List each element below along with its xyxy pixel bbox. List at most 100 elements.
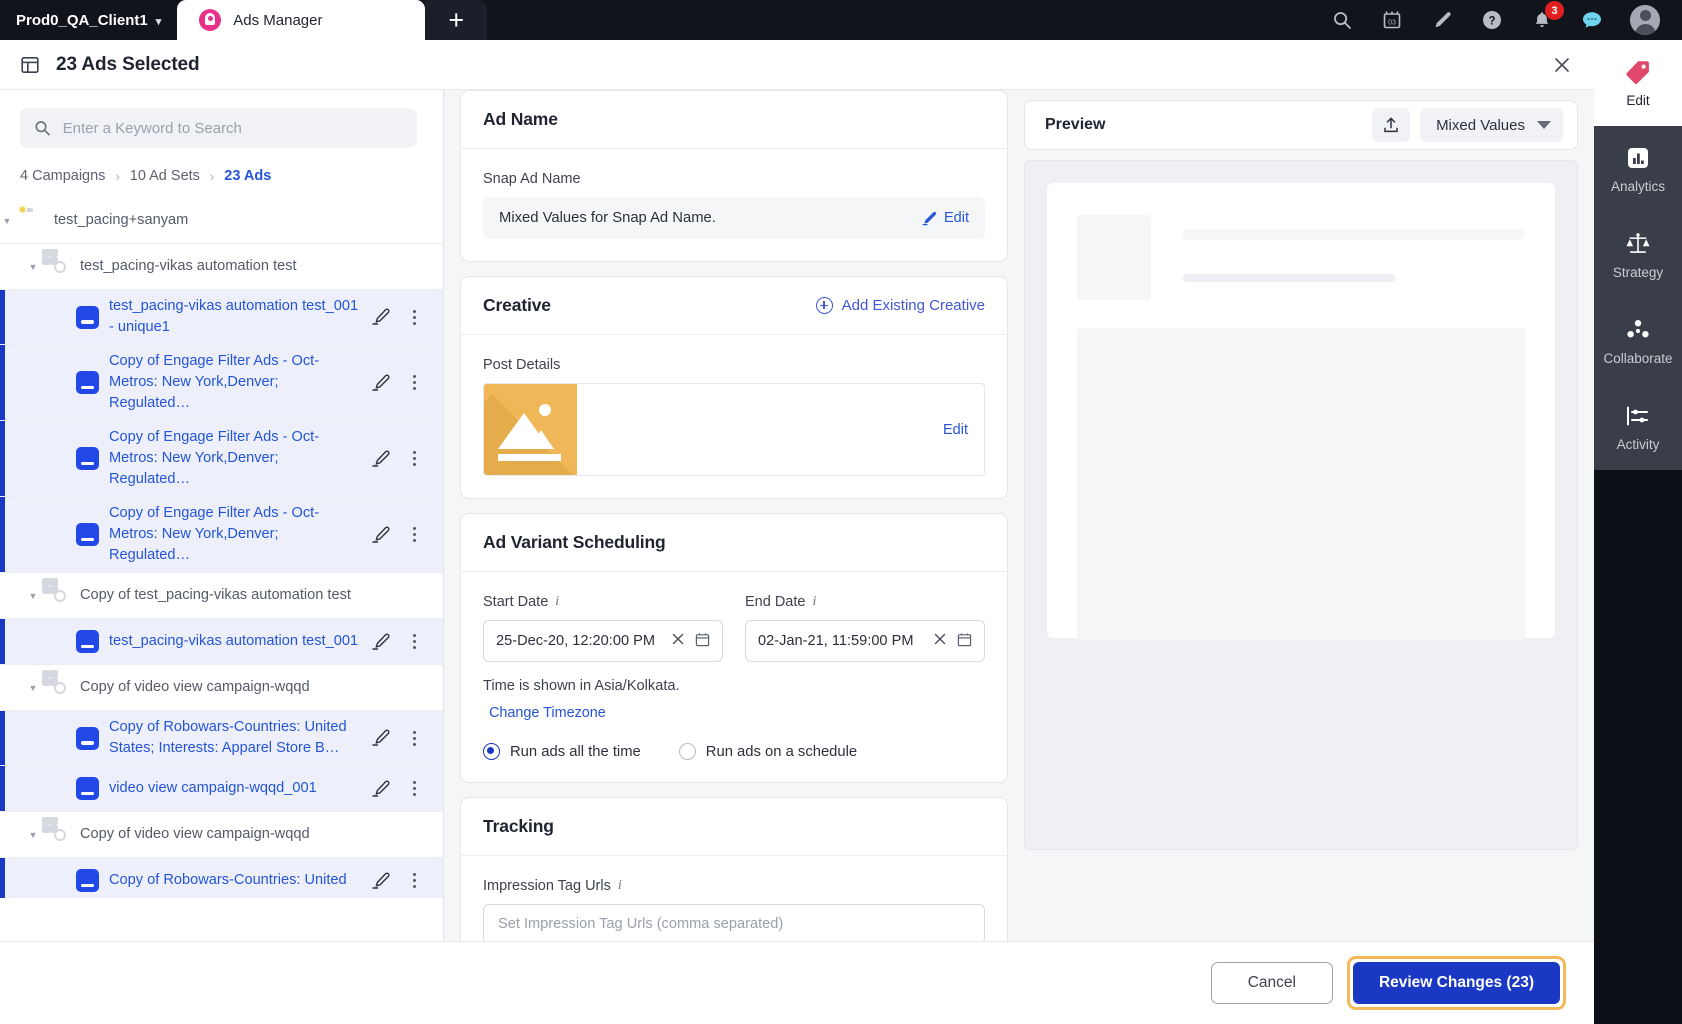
- edit-pencil-icon[interactable]: [371, 525, 391, 545]
- impression-tag-input[interactable]: Set Impression Tag Urls (comma separated…: [483, 904, 985, 941]
- breadcrumb-ads[interactable]: 23 Ads: [224, 168, 271, 184]
- edit-pencil-icon[interactable]: [371, 307, 391, 327]
- row-more-menu-icon[interactable]: [405, 375, 423, 390]
- help-icon[interactable]: ?: [1480, 8, 1504, 32]
- tree-row-ad[interactable]: Copy of Engage Filter Ads - Oct-Metros: …: [0, 345, 443, 421]
- preview-skeleton-media: [1077, 328, 1525, 640]
- clear-icon[interactable]: [671, 632, 685, 650]
- avatar[interactable]: [1630, 5, 1660, 35]
- tree-row-actions: [371, 449, 443, 469]
- ad-name-title: Ad Name: [483, 109, 558, 129]
- add-existing-creative-button[interactable]: Add Existing Creative: [815, 297, 985, 314]
- row-more-menu-icon[interactable]: [405, 634, 423, 649]
- new-tab-button[interactable]: +: [425, 0, 488, 40]
- rail-item-strategy[interactable]: Strategy: [1594, 212, 1682, 298]
- start-date-input[interactable]: 25-Dec-20, 12:20:00 PM: [483, 620, 723, 662]
- campaign-folder-icon: [24, 211, 44, 231]
- snap-ad-name-edit-button[interactable]: Edit: [922, 210, 969, 226]
- row-more-menu-icon[interactable]: [405, 781, 423, 796]
- pencil-icon[interactable]: [1430, 8, 1454, 32]
- preview-skeleton-thumb: [1077, 215, 1151, 300]
- tree-row-actions: [371, 525, 443, 545]
- post-details-edit-button[interactable]: Edit: [943, 422, 968, 438]
- tree-row-ad[interactable]: Copy of Engage Filter Ads - Oct-Metros: …: [0, 497, 443, 573]
- end-date-value: 02-Jan-21, 11:59:00 PM: [758, 633, 914, 649]
- tree-row-ad[interactable]: Copy of Engage Filter Ads - Oct-Metros: …: [0, 421, 443, 497]
- edit-pencil-icon[interactable]: [371, 373, 391, 393]
- tree-row-adset[interactable]: ▼ Copy of test_pacing-vikas automation te…: [0, 573, 443, 619]
- edit-pencil-icon[interactable]: [371, 728, 391, 748]
- row-more-menu-icon[interactable]: [405, 309, 423, 325]
- tree-row-adset[interactable]: ▼ Copy of video view campaign-wqqd: [0, 665, 443, 711]
- edit-pencil-icon[interactable]: [371, 632, 391, 652]
- end-date-label-text: End Date: [745, 594, 806, 610]
- search-box[interactable]: [20, 108, 417, 148]
- preview-variant-value: Mixed Values: [1436, 116, 1525, 134]
- expand-collapse-icon[interactable]: ▼: [26, 830, 40, 840]
- row-more-menu-icon[interactable]: [405, 873, 423, 888]
- edit-pencil-icon[interactable]: [371, 779, 391, 799]
- change-timezone-link[interactable]: Change Timezone: [483, 705, 606, 721]
- close-icon[interactable]: [1548, 51, 1576, 79]
- radio-run-all-time[interactable]: Run ads all the time: [483, 743, 641, 760]
- tab-strip: Ads Manager +: [177, 0, 488, 40]
- clear-icon[interactable]: [933, 632, 947, 650]
- info-icon[interactable]: i: [812, 594, 816, 610]
- edit-pencil-icon[interactable]: [371, 449, 391, 469]
- post-details-label: Post Details: [483, 357, 561, 373]
- tree-row-campaign[interactable]: ▼ test_pacing+sanyam: [0, 198, 443, 244]
- breadcrumb-adsets[interactable]: 10 Ad Sets: [130, 168, 200, 184]
- rail-item-analytics[interactable]: Analytics: [1594, 126, 1682, 212]
- rail-item-activity[interactable]: Activity: [1594, 384, 1682, 470]
- ad-name-card: Ad Name Snap Ad Name Mixed Values for Sn…: [460, 90, 1008, 262]
- end-date-input[interactable]: 02-Jan-21, 11:59:00 PM: [745, 620, 985, 662]
- calendar-icon[interactable]: [957, 632, 972, 651]
- search-input[interactable]: [62, 119, 403, 137]
- preview-body: [1024, 160, 1578, 850]
- rail-item-collaborate[interactable]: Collaborate: [1594, 298, 1682, 384]
- search-icon: [35, 121, 50, 136]
- scheduling-card: Ad Variant Scheduling Start Date i 25-De…: [460, 513, 1008, 783]
- rail-item-edit[interactable]: Edit: [1594, 40, 1682, 126]
- edit-form-panel: Ad Name Snap Ad Name Mixed Values for Sn…: [444, 90, 1024, 941]
- info-icon[interactable]: i: [618, 878, 622, 894]
- layout-icon[interactable]: [20, 55, 40, 75]
- review-changes-button[interactable]: Review Changes (23): [1352, 962, 1560, 1004]
- edit-pencil-icon[interactable]: [371, 871, 391, 891]
- expand-collapse-icon[interactable]: ▼: [26, 591, 40, 601]
- tree-row-adset[interactable]: ▼ Copy of video view campaign-wqqd: [0, 812, 443, 858]
- tree-row-ad[interactable]: test_pacing-vikas automation test_001 - …: [0, 290, 443, 345]
- tree-row-label: Copy of Robowars-Countries: United State…: [109, 719, 347, 756]
- search-icon[interactable]: [1330, 8, 1354, 32]
- tab-ads-manager[interactable]: Ads Manager: [177, 0, 426, 40]
- cancel-button[interactable]: Cancel: [1210, 962, 1333, 1004]
- chat-icon[interactable]: [1580, 8, 1604, 32]
- preview-skeleton-lines: [1183, 215, 1525, 300]
- timezone-note: Time is shown in Asia/Kolkata.: [483, 678, 680, 694]
- tree-row-ad[interactable]: Copy of Robowars-Countries: United: [0, 858, 443, 898]
- start-date-label-text: Start Date: [483, 594, 549, 610]
- tree-row-ad[interactable]: video view campaign-wqqd_001: [0, 766, 443, 812]
- calendar-icon[interactable]: 03: [1380, 8, 1404, 32]
- expand-collapse-icon[interactable]: ▼: [26, 262, 40, 272]
- radio-run-on-schedule[interactable]: Run ads on a schedule: [678, 743, 857, 760]
- tree-row-adset[interactable]: ▼ test_pacing-vikas automation test: [0, 244, 443, 290]
- preview-variant-select[interactable]: Mixed Values: [1420, 108, 1563, 142]
- row-more-menu-icon[interactable]: [405, 451, 423, 466]
- row-more-menu-icon[interactable]: [405, 527, 423, 542]
- preview-skeleton-card: [1047, 183, 1555, 640]
- tree-row-ad[interactable]: Copy of Robowars-Countries: United State…: [0, 711, 443, 766]
- expand-collapse-icon[interactable]: ▼: [0, 216, 14, 226]
- breadcrumb-campaigns[interactable]: 4 Campaigns: [20, 168, 105, 184]
- upload-icon[interactable]: [1372, 108, 1411, 142]
- preview-header: Preview Mixed Values: [1024, 100, 1578, 150]
- end-date-label: End Date i: [745, 594, 985, 610]
- search-container: [0, 90, 443, 148]
- bell-icon[interactable]: 3: [1530, 1, 1564, 32]
- expand-collapse-icon[interactable]: ▼: [26, 683, 40, 693]
- tree-row-ad[interactable]: test_pacing-vikas automation test_001: [0, 619, 443, 665]
- row-more-menu-icon[interactable]: [405, 730, 423, 746]
- info-icon[interactable]: i: [555, 594, 559, 610]
- calendar-icon[interactable]: [695, 632, 710, 651]
- account-switcher[interactable]: Prod0_QA_Client1 ▾: [0, 0, 177, 40]
